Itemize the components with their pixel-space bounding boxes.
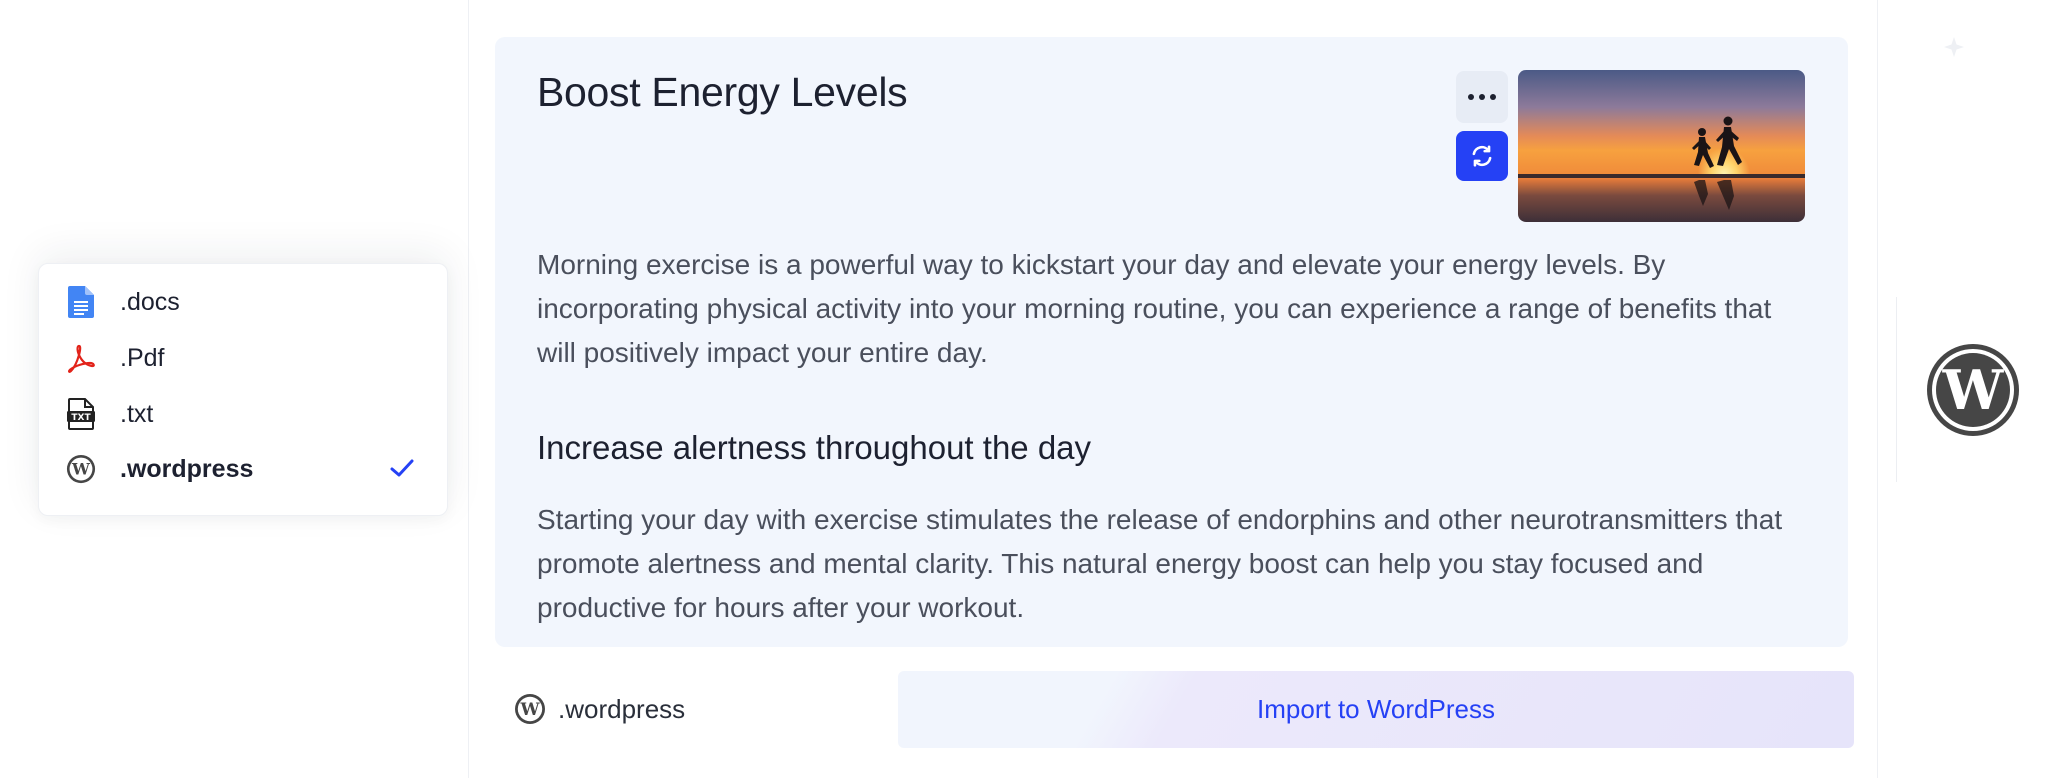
checkmark-icon: [390, 459, 414, 477]
article-body-paragraph: Starting your day with exercise stimulat…: [537, 504, 1783, 623]
svg-text:TXT: TXT: [71, 413, 91, 423]
sunset-runners-photo: [1518, 70, 1805, 222]
article-preview: Boost Energy Levels Morning exercise is …: [495, 37, 1848, 647]
format-option-label: .txt: [120, 399, 154, 428]
format-option-label: .docs: [120, 287, 180, 316]
sparkle-icon: [1944, 37, 1964, 57]
more-options-button[interactable]: [1456, 71, 1508, 123]
txt-file-icon: TXT: [65, 398, 97, 430]
refresh-icon: [1472, 145, 1492, 167]
svg-text:W: W: [519, 700, 540, 720]
more-horizontal-icon: [1468, 94, 1474, 100]
google-docs-icon: [65, 286, 97, 318]
divider: [1896, 297, 1897, 482]
format-option-label: .wordpress: [120, 454, 254, 483]
wordpress-logo-icon: W: [1927, 344, 2019, 436]
article-subheading: Increase alertness throughout the day: [537, 429, 1092, 466]
more-horizontal-icon-dot: [1479, 94, 1485, 100]
format-option-wordpress[interactable]: W .wordpress: [65, 449, 435, 489]
format-option-pdf[interactable]: .Pdf: [65, 338, 435, 378]
selected-format-label: .wordpress: [558, 693, 686, 724]
svg-text:W: W: [71, 460, 91, 479]
wordpress-icon: W: [65, 453, 97, 485]
article-intro-paragraph: Morning exercise is a powerful way to ki…: [537, 249, 1772, 368]
export-format-menu: .docs .Pdf TXT .txt W .wordpress: [38, 263, 448, 516]
selected-format-indicator: W .wordpress: [514, 693, 685, 725]
regenerate-button[interactable]: [1456, 131, 1508, 181]
format-option-label: .Pdf: [120, 343, 165, 372]
import-to-wordpress-button[interactable]: Import to WordPress: [898, 671, 1854, 748]
pdf-icon: [65, 342, 97, 374]
article-title: Boost Energy Levels: [537, 69, 908, 115]
svg-text:W: W: [1942, 358, 2005, 422]
format-option-txt[interactable]: TXT .txt: [65, 394, 435, 434]
article-image: [1518, 70, 1805, 222]
more-horizontal-icon-dot: [1490, 94, 1496, 100]
format-option-docs[interactable]: .docs: [65, 282, 435, 322]
wordpress-icon: W: [515, 694, 545, 724]
